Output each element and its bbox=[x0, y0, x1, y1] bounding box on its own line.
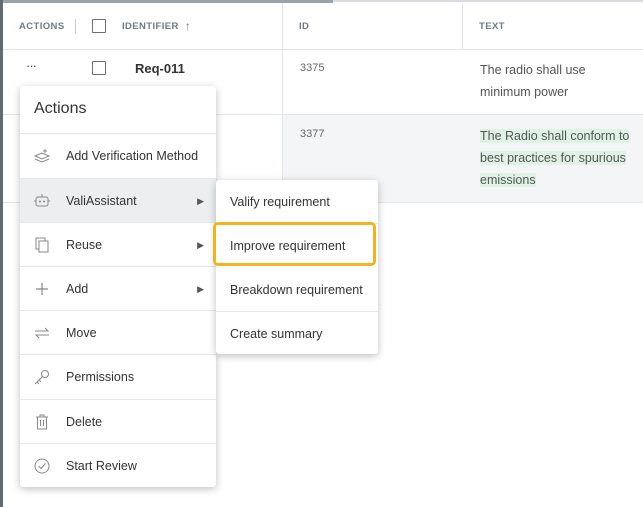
requirement-text[interactable]: The Radio shall conform to best practice… bbox=[480, 125, 630, 191]
column-header-actions: ACTIONS bbox=[19, 20, 65, 32]
menu-item-label: Start Review bbox=[66, 459, 137, 473]
column-header-identifier[interactable]: IDENTIFIER ↑ bbox=[122, 3, 191, 49]
menu-item-add[interactable]: Add ▶ bbox=[20, 266, 216, 311]
menu-item-label: Add Verification Method bbox=[66, 149, 199, 163]
move-arrows-icon bbox=[34, 327, 50, 339]
menu-item-permissions[interactable]: Permissions bbox=[20, 354, 216, 399]
row-actions-button[interactable]: ··· bbox=[26, 58, 37, 73]
actions-menu: Actions Add Verification Method ValiAssi… bbox=[20, 86, 216, 487]
submenu-item-label: Valify requirement bbox=[230, 194, 330, 209]
sort-ascending-icon[interactable]: ↑ bbox=[185, 19, 191, 33]
table-header: ACTIONS IDENTIFIER ↑ ID TEXT bbox=[3, 3, 643, 50]
key-icon bbox=[34, 370, 49, 385]
menu-item-label: Move bbox=[66, 326, 97, 340]
column-divider bbox=[75, 19, 76, 34]
submenu-item-valify-requirement[interactable]: Valify requirement bbox=[216, 180, 378, 223]
row-checkbox-cell bbox=[92, 61, 106, 78]
menu-item-reuse[interactable]: Reuse ▶ bbox=[20, 222, 216, 267]
submenu-caret-icon: ▶ bbox=[197, 195, 204, 206]
select-all-column bbox=[92, 3, 106, 49]
requirement-text[interactable]: The radio shall use minimum power bbox=[480, 59, 630, 103]
menu-item-label: Permissions bbox=[66, 370, 135, 384]
menu-item-delete[interactable]: Delete bbox=[20, 399, 216, 444]
actions-menu-title: Actions bbox=[34, 100, 87, 117]
menu-item-label: ValiAssistant bbox=[66, 194, 137, 208]
submenu-caret-icon: ▶ bbox=[197, 239, 204, 250]
identifier-header-label: IDENTIFIER bbox=[122, 20, 179, 32]
menu-item-valiassistant[interactable]: ValiAssistant ▶ bbox=[20, 178, 216, 223]
valiassistant-submenu: Valify requirement Improve requirement B… bbox=[216, 180, 378, 354]
menu-item-start-review[interactable]: Start Review bbox=[20, 443, 216, 488]
menu-item-label: Delete bbox=[66, 415, 103, 429]
menu-item-add-verification-method[interactable]: Add Verification Method bbox=[20, 133, 216, 178]
submenu-item-create-summary[interactable]: Create summary bbox=[216, 311, 378, 355]
submenu-item-label: Breakdown requirement bbox=[230, 282, 363, 297]
menu-item-move[interactable]: Move bbox=[20, 310, 216, 355]
menu-item-label: Add bbox=[66, 282, 89, 296]
column-header-text[interactable]: TEXT bbox=[479, 3, 505, 49]
column-header-id[interactable]: ID bbox=[299, 3, 309, 49]
submenu-item-breakdown-requirement[interactable]: Breakdown requirement bbox=[216, 268, 378, 311]
check-circle-icon bbox=[34, 458, 50, 474]
select-all-checkbox[interactable] bbox=[92, 19, 106, 33]
menu-item-label: Reuse bbox=[66, 238, 103, 252]
submenu-caret-icon: ▶ bbox=[197, 283, 204, 294]
column-divider bbox=[462, 3, 463, 49]
submenu-item-label: Create summary bbox=[230, 326, 323, 341]
robot-icon bbox=[34, 194, 50, 207]
top-divider bbox=[333, 0, 643, 2]
text-highlight: The Radio shall conform to best practice… bbox=[480, 129, 630, 187]
verification-layers-icon bbox=[33, 149, 51, 163]
requirement-id: 3375 bbox=[300, 62, 325, 74]
requirement-identifier[interactable]: Req-011 bbox=[135, 61, 185, 76]
plus-icon bbox=[36, 283, 48, 295]
highlight-outline bbox=[213, 222, 376, 266]
copy-icon bbox=[35, 237, 49, 253]
requirement-id: 3377 bbox=[300, 128, 325, 140]
trash-icon bbox=[36, 414, 48, 430]
row-checkbox[interactable] bbox=[92, 61, 106, 75]
